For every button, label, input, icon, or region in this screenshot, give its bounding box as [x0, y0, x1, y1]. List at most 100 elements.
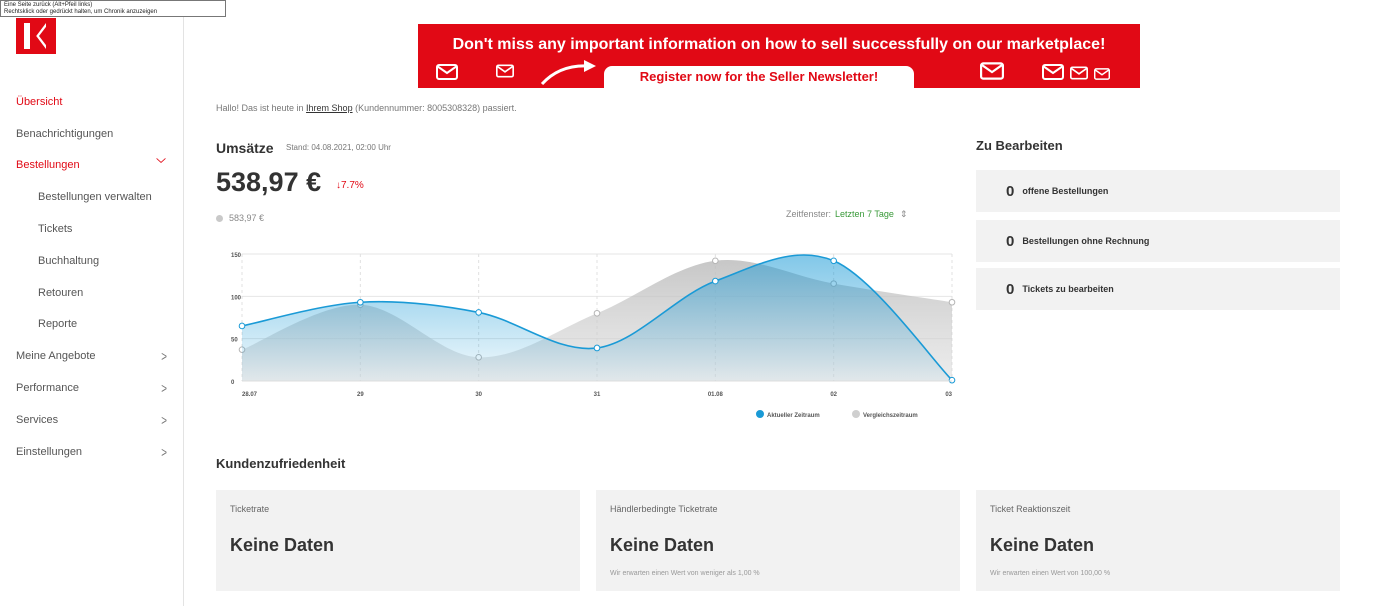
sidebar-item-label: Meine Angebote: [16, 350, 96, 363]
sidebar-item-retouren[interactable]: Retouren: [0, 277, 184, 309]
sidebar-item-label: Retouren: [38, 286, 84, 299]
sidebar: Übersicht Benachrichtigungen Bestellunge…: [0, 0, 184, 606]
sidebar-item-label: Reporte: [38, 318, 78, 331]
brand-logo[interactable]: [16, 18, 56, 54]
sidebar-item-buchhaltung[interactable]: Buchhaltung: [0, 245, 184, 277]
back-button-tooltip: Eine Seite zurück (Alt+Pfeil links) Rech…: [0, 0, 226, 17]
sales-amount: 538,97 €: [216, 167, 322, 197]
todo-tickets[interactable]: 0 Tickets zu bearbeiten: [976, 268, 1340, 310]
envelope-icon: [1042, 64, 1064, 80]
sidebar-item-tickets[interactable]: Tickets: [0, 213, 184, 245]
sidebar-item-label: Bestellungen verwalten: [38, 191, 152, 204]
sidebar-item-uebersicht[interactable]: Übersicht: [0, 86, 184, 118]
sidebar-item-meine-angebote[interactable]: Meine Angebote >: [0, 340, 184, 372]
sales-timestamp: Stand: 04.08.2021, 02:00 Uhr: [286, 143, 391, 152]
todo-title: Zu Bearbeiten: [976, 138, 1063, 153]
x-tick-label: 31: [594, 392, 601, 398]
x-tick-label: 03: [945, 392, 952, 398]
sidebar-item-bestellungen-verwalten[interactable]: Bestellungen verwalten: [0, 181, 184, 213]
kpi-card-title: Händlerbedingte Ticketrate: [610, 504, 718, 514]
todo-label: Tickets zu bearbeiten: [1022, 284, 1114, 294]
newsletter-banner[interactable]: Don't miss any important information on …: [418, 24, 1140, 88]
tooltip-line-1: Eine Seite zurück (Alt+Pfeil links): [4, 2, 93, 8]
todo-label: offene Bestellungen: [1022, 186, 1109, 196]
shop-link[interactable]: Ihrem Shop: [306, 103, 353, 113]
data-point-current: [475, 309, 482, 316]
kpi-card-title: Ticket Reaktionszeit: [990, 504, 1071, 514]
sidebar-item-label: Einstellungen: [16, 445, 83, 458]
register-newsletter-button[interactable]: Register now for the Seller Newsletter!: [604, 66, 914, 88]
todo-count: 0: [1006, 182, 1015, 200]
data-point-current: [830, 257, 837, 265]
x-tick-label: 29: [357, 392, 364, 398]
chevron-right-icon: >: [161, 348, 167, 365]
chevron-right-icon: >: [161, 443, 167, 460]
todo-label: Bestellungen ohne Rechnung: [1022, 236, 1150, 246]
kpi-card-note: Wir erwarten einen Wert von weniger als …: [610, 570, 760, 577]
arrow-icon: [540, 60, 596, 86]
sidebar-item-label: Benachrichtigungen: [16, 127, 114, 140]
kpi-card-note: Wir erwarten einen Wert von 100,00 %: [990, 570, 1111, 577]
legend-marker-compare: [852, 410, 860, 418]
sales-title: Umsätze: [216, 140, 274, 156]
sidebar-item-label: Übersicht: [16, 95, 63, 108]
todo-orders-without-invoice[interactable]: 0 Bestellungen ohne Rechnung: [976, 220, 1340, 262]
envelope-icon: [496, 64, 514, 78]
kpi-card-ticketrate: Ticketrate Keine Daten: [216, 490, 580, 591]
sidebar-item-einstellungen[interactable]: Einstellungen >: [0, 436, 184, 468]
x-tick-label: 01.08: [708, 392, 724, 398]
x-tick-label: 28.07: [242, 392, 258, 398]
sidebar-item-label: Bestellungen: [16, 159, 80, 172]
sidebar-item-label: Tickets: [38, 223, 73, 236]
legend-label-compare: Vergleichszeitraum: [863, 413, 918, 419]
y-tick-label: 50: [231, 338, 238, 344]
time-window-selector[interactable]: Zeitfenster: Letzten 7 Tage ⇕: [786, 209, 907, 220]
todo-count: 0: [1006, 280, 1015, 298]
kpi-card-haendler-ticketrate: Händlerbedingte Ticketrate Keine Daten W…: [596, 490, 960, 591]
x-tick-label: 30: [475, 392, 482, 398]
data-point-compare: [948, 298, 956, 306]
banner-title: Don't miss any important information on …: [452, 36, 1106, 53]
chevron-right-icon: >: [161, 380, 167, 397]
data-point-compare: [593, 309, 601, 317]
envelope-icon: [980, 62, 1004, 80]
sidebar-item-label: Buchhaltung: [38, 254, 100, 267]
select-arrows-icon: ⇕: [899, 209, 908, 219]
sidebar-item-label: Services: [16, 413, 59, 426]
data-point-current: [357, 298, 364, 306]
envelope-icon: [1070, 66, 1088, 80]
greeting-prefix: Hallo! Das ist heute in: [216, 103, 307, 113]
legend-marker-current: [756, 410, 764, 418]
kpi-card-value: Keine Daten: [610, 535, 715, 555]
compare-value: 583,97 €: [216, 213, 264, 223]
todo-count: 0: [1006, 232, 1015, 250]
kpi-card-value: Keine Daten: [990, 535, 1095, 555]
sidebar-item-label: Performance: [16, 382, 79, 395]
data-point-current: [948, 376, 956, 384]
todo-open-orders[interactable]: 0 offene Bestellungen: [976, 170, 1340, 212]
compare-value-text: 583,97 €: [229, 213, 265, 223]
data-point-current: [712, 277, 719, 285]
sidebar-item-reporte[interactable]: Reporte: [0, 309, 184, 341]
chevron-down-icon: ﹀: [156, 157, 166, 174]
data-point-compare: [712, 257, 719, 265]
greeting-text: Hallo! Das ist heute in Ihrem Shop (Kund…: [216, 103, 517, 113]
time-window-value: Letzten 7 Tage: [835, 209, 894, 219]
sidebar-item-performance[interactable]: Performance >: [0, 372, 184, 404]
chevron-right-icon: >: [161, 411, 167, 428]
data-point-current: [238, 322, 246, 330]
greeting-suffix: (Kundennummer: 8005308328) passiert.: [352, 103, 517, 113]
sidebar-item-bestellungen[interactable]: Bestellungen ﹀: [0, 150, 184, 182]
envelope-icon: [436, 64, 458, 80]
sidebar-item-services[interactable]: Services >: [0, 404, 184, 436]
compare-dot-icon: [216, 214, 223, 222]
satisfaction-title: Kundenzufriedenheit: [216, 456, 346, 471]
time-window-label: Zeitfenster:: [786, 209, 832, 219]
data-point-current: [593, 344, 601, 352]
kpi-card-reaktionszeit: Ticket Reaktionszeit Keine Daten Wir erw…: [976, 490, 1340, 591]
y-tick-label: 150: [231, 253, 242, 259]
legend-label-current: Aktueller Zeitraum: [767, 413, 820, 419]
envelope-icon: [1094, 68, 1110, 80]
sidebar-item-benachrichtigungen[interactable]: Benachrichtigungen: [0, 118, 184, 150]
x-tick-label: 02: [830, 392, 837, 398]
